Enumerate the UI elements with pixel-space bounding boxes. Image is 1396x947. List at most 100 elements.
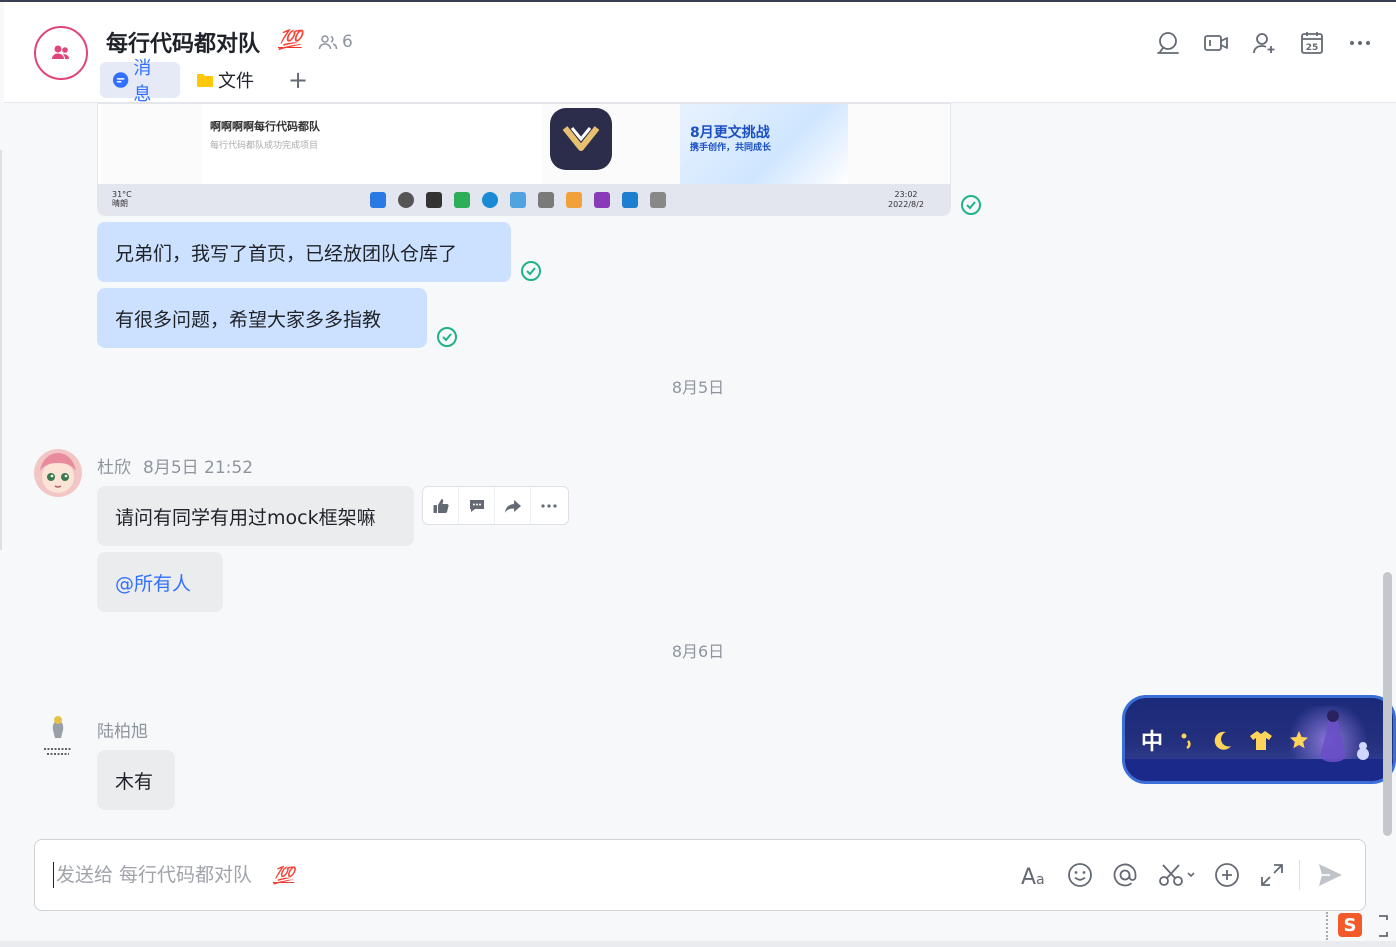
resize-grip[interactable] [1326,912,1328,940]
mention-all[interactable]: @所有人 [115,569,191,596]
send-button[interactable] [1315,860,1345,890]
tab-messages[interactable]: 消息 [100,58,180,105]
avatar[interactable] [34,713,82,761]
group-title[interactable]: 每行代码都对队 [106,26,260,58]
clock-time: 23:02 [894,190,918,199]
weather-temp: 31°C [112,190,132,199]
message-action-bar [422,486,569,525]
taskbar-view-icon [426,192,442,208]
ime-status-widget[interactable]: 中 [1122,695,1396,784]
message-input[interactable] [53,862,953,888]
other-message-bubble[interactable]: 请问有同学有用过mock框架嘛 [97,486,414,546]
comment-icon [469,499,484,512]
message-time: 8月5日 21:52 [143,458,254,478]
ime-toolbar: 中 [1141,724,1309,756]
expand-composer-button[interactable] [1257,860,1287,890]
my-message-bubble[interactable]: 兄弟们，我写了首页，已经放团队仓库了 [97,222,511,282]
emoji-button[interactable] [1065,860,1095,890]
window-left-border [0,150,2,550]
search-icon [1157,32,1179,54]
edge-icon [482,192,498,208]
taskbar-app-icon [650,192,666,208]
scissors-icon [1159,864,1195,886]
screenshot-button[interactable] [1157,860,1199,890]
other-message-bubble[interactable]: 木有 [97,750,175,810]
tab-messages-label: 消息 [133,58,152,105]
message-text: 有很多问题，希望大家多多指教 [115,308,382,331]
scrollbar-thumb[interactable] [1383,572,1392,836]
add-member-button[interactable] [1251,30,1277,56]
member-count-value: 6 [342,32,353,52]
taskbar-search-icon [398,192,414,208]
add-user-icon [1253,33,1275,54]
svg-text:a: a [1036,872,1045,888]
group-avatar[interactable] [34,26,88,80]
video-call-button[interactable] [1203,30,1229,56]
anime-avatar-icon [34,449,82,497]
folder-icon [197,74,213,87]
message-text: 请问有同学有用过mock框架嘛 [115,506,376,529]
sender-name[interactable]: 杜欣 [97,458,131,478]
group-icon [52,45,69,59]
video-icon [1204,35,1228,51]
onenote-icon [594,192,610,208]
screenshot-content: 啊啊啊啊每行代码都队 每行代码都队成功完成项目 8月更文挑战 携手创作，共同成长 [102,104,948,184]
member-count[interactable]: 6 [318,32,353,52]
forward-icon [504,499,521,513]
send-icon [1319,864,1342,886]
read-check-icon [521,261,541,281]
vscode-icon [622,192,638,208]
members-icon [318,35,338,50]
tray-arrow-icon[interactable] [1376,912,1390,940]
svg-text:25: 25 [1306,43,1319,53]
screenshot-taskbar: 31°C 晴朗 23:02 2022/8/2 [98,184,950,215]
image-message[interactable]: 啊啊啊啊每行代码都队 每行代码都队成功完成项目 8月更文挑战 携手创作，共同成长… [97,103,951,216]
text-format-button[interactable]: Aa [1020,860,1050,890]
screenshot-clock: 23:02 2022/8/2 [888,190,924,210]
chat-bubble-icon [112,72,129,88]
star-icon[interactable] [1289,730,1309,750]
add-attachment-button[interactable] [1212,860,1242,890]
font-format-icon: Aa [1021,865,1045,888]
taskbar-app-icon [454,192,470,208]
message-composer: 💯 Aa [34,839,1366,911]
forward-button[interactable] [495,487,531,524]
window-bottom-border [0,941,1396,947]
tab-files[interactable]: 文件 [188,62,262,98]
ime-language-toggle[interactable]: 中 [1141,724,1163,756]
more-actions-button[interactable] [531,487,567,524]
screenshot-logo [550,108,612,170]
banner-title: 8月更文挑战 [690,125,770,141]
sogou-ime-icon[interactable]: S [1338,913,1362,937]
message-text: 兄弟们，我写了首页，已经放团队仓库了 [115,242,458,265]
my-message-bubble[interactable]: 有很多问题，希望大家多多指教 [97,288,427,348]
avatar[interactable] [34,449,82,497]
screenshot-banner: 8月更文挑战 携手创作，共同成长 [680,104,848,184]
reply-button[interactable] [459,487,495,524]
search-chat-button[interactable] [1155,30,1181,56]
thumbs-up-icon [433,498,449,513]
shirt-icon[interactable] [1249,729,1273,751]
add-tab-button[interactable]: + [286,66,310,94]
punctuation-icon[interactable] [1179,729,1195,751]
weather-desc: 晴朗 [112,199,128,208]
mention-button[interactable] [1110,860,1140,890]
tab-files-label: 文件 [218,71,254,92]
banner-subtitle: 携手创作，共同成长 [690,143,772,153]
sender-name[interactable]: 陆柏旭 [97,722,148,742]
taskbar-app-icon [566,192,582,208]
more-options-button[interactable] [1347,30,1373,56]
message-text: 木有 [115,770,154,793]
more-icon [541,503,557,508]
read-check-icon [961,195,981,215]
date-separator: 8月5日 [671,378,725,397]
other-message-bubble[interactable]: @所有人 [97,552,223,612]
svg-text:A: A [1021,865,1036,888]
moon-icon[interactable] [1211,729,1233,751]
sender-info: 杜欣 8月5日 21:52 [97,453,253,478]
screenshot-line2: 每行代码都队成功完成项目 [210,141,319,151]
taskbar-app-icon [510,192,526,208]
screenshot-weather: 31°C 晴朗 [112,190,132,208]
calendar-button[interactable]: 25 [1299,30,1325,56]
like-button[interactable] [423,487,459,524]
